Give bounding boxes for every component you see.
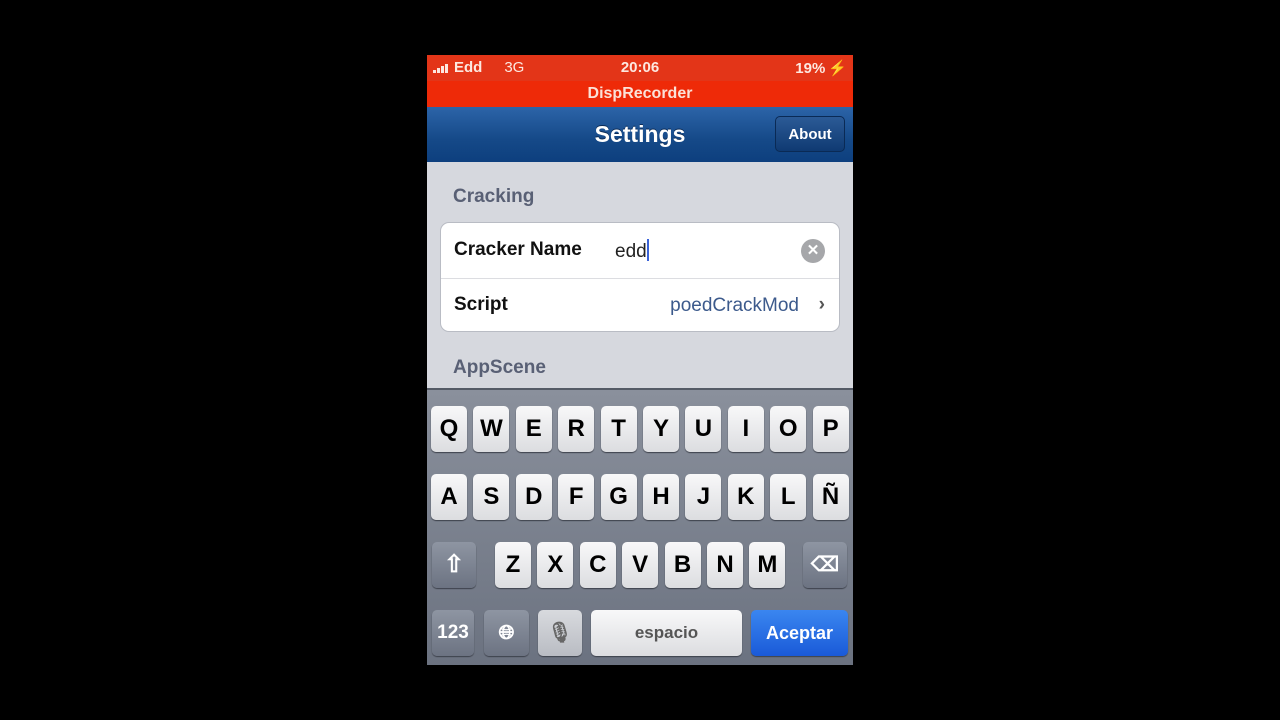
key-g[interactable]: G — [600, 474, 637, 520]
key-d[interactable]: D — [515, 474, 552, 520]
key-u[interactable]: U — [685, 406, 722, 452]
battery-percent: 19% — [795, 59, 826, 77]
key-j[interactable]: J — [685, 474, 722, 520]
key-a[interactable]: A — [431, 474, 467, 520]
globe-key[interactable]: 🌐︎ — [484, 610, 529, 656]
section-header-appscene: AppScene — [453, 357, 546, 378]
key-l[interactable]: L — [770, 474, 807, 520]
shift-key[interactable]: ⇧ — [432, 542, 476, 588]
key-m[interactable]: M — [749, 542, 786, 588]
key-x[interactable]: X — [537, 542, 574, 588]
dictation-key[interactable]: 🎙︎ — [538, 610, 582, 656]
status-bar: Edd 3G 20:06 19% ⚡ — [427, 55, 853, 81]
key-b[interactable]: B — [664, 542, 701, 588]
key-r[interactable]: R — [558, 406, 595, 452]
delete-key[interactable]: ⌫ — [803, 542, 847, 588]
key-y[interactable]: Y — [643, 406, 679, 452]
text-cursor — [646, 239, 649, 261]
shift-icon: ⇧ — [443, 551, 465, 578]
script-value: poedCrackMod — [670, 295, 799, 316]
numbers-key[interactable]: 123 — [432, 610, 474, 656]
chevron-right-icon: › — [818, 294, 825, 315]
space-key[interactable]: espacio — [591, 610, 742, 656]
clear-text-icon[interactable]: ✕ — [801, 239, 825, 263]
key-n[interactable]: N — [707, 542, 743, 588]
globe-icon: 🌐︎ — [498, 622, 515, 644]
keyboard: ⇧ ⌫ 123 🌐︎ 🎙︎ espacio Aceptar QWERTYUIOP… — [427, 388, 853, 665]
key-t[interactable]: T — [600, 406, 637, 452]
key-k[interactable]: K — [727, 474, 764, 520]
key-h[interactable]: H — [643, 474, 679, 520]
script-row[interactable]: Script poedCrackMod › — [441, 278, 839, 333]
key-v[interactable]: V — [622, 542, 659, 588]
cracker-name-input[interactable]: edd — [615, 239, 649, 263]
key-ñ[interactable]: Ñ — [812, 474, 849, 520]
return-key[interactable]: Aceptar — [751, 610, 848, 656]
key-c[interactable]: C — [579, 542, 616, 588]
charging-icon: ⚡ — [828, 60, 847, 77]
cracker-name-value: edd — [615, 241, 647, 262]
key-f[interactable]: F — [558, 474, 595, 520]
backspace-icon: ⌫ — [810, 554, 840, 576]
script-label: Script — [454, 294, 508, 315]
recorder-banner: DispRecorder — [427, 81, 853, 107]
key-p[interactable]: P — [812, 406, 849, 452]
about-button[interactable]: About — [775, 116, 845, 152]
key-i[interactable]: I — [727, 406, 764, 452]
navigation-bar: Settings About — [427, 107, 853, 162]
key-s[interactable]: S — [473, 474, 510, 520]
microphone-icon: 🎙︎ — [547, 622, 573, 644]
section-header-cracking: Cracking — [453, 186, 535, 207]
key-q[interactable]: Q — [431, 406, 467, 452]
key-e[interactable]: E — [515, 406, 552, 452]
phone-screen: Edd 3G 20:06 19% ⚡ DispRecorder Settings… — [427, 55, 853, 665]
cracker-name-label: Cracker Name — [454, 239, 582, 260]
key-z[interactable]: Z — [495, 542, 531, 588]
key-o[interactable]: O — [770, 406, 807, 452]
cracker-name-row[interactable]: Cracker Name edd ✕ — [441, 223, 839, 279]
key-w[interactable]: W — [473, 406, 510, 452]
clock: 20:06 — [620, 59, 660, 76]
cracking-group: Cracker Name edd ✕ Script poedCrackMod › — [440, 222, 840, 332]
